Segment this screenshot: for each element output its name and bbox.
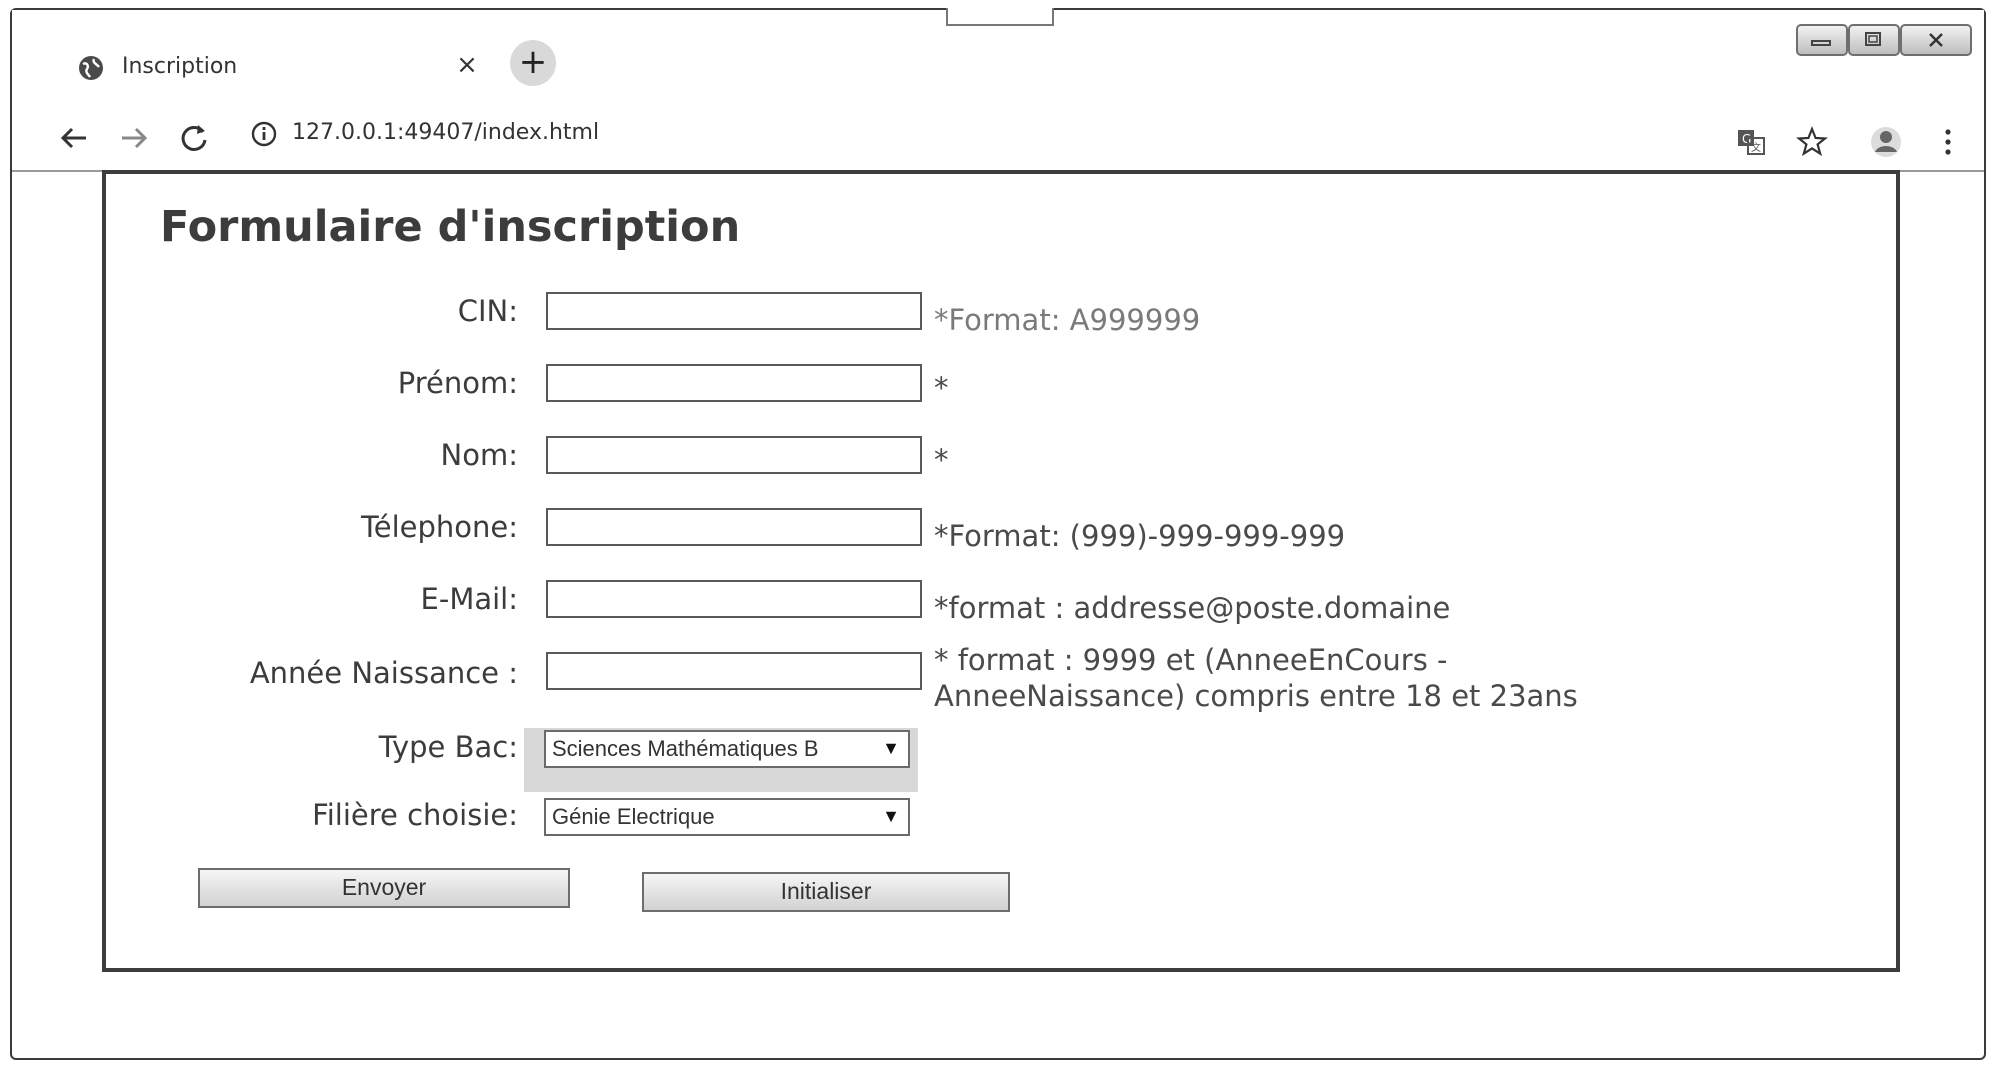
- prenom-label: Prénom:: [397, 366, 518, 400]
- globe-icon: [78, 55, 104, 81]
- cin-input[interactable]: [546, 292, 922, 330]
- tab-inscription[interactable]: Inscription ×: [52, 40, 492, 96]
- reload-icon[interactable]: [172, 116, 216, 160]
- translate-icon[interactable]: G文: [1734, 124, 1770, 160]
- tab-title: Inscription: [122, 54, 238, 79]
- browser-window: Inscription × + 127.0.0.1:49407/index.ht…: [10, 8, 1986, 1060]
- annee-naissance-input[interactable]: [546, 652, 922, 690]
- restore-icon[interactable]: [1848, 24, 1900, 56]
- type-bac-select[interactable]: Sciences Mathématiques B ▼: [544, 730, 910, 768]
- screenshot: Inscription × + 127.0.0.1:49407/index.ht…: [0, 0, 1996, 1068]
- registration-form: Formulaire d'inscription CIN: *Format: A…: [102, 170, 1900, 972]
- forward-arrow-icon[interactable]: [112, 116, 156, 160]
- email-hint: *format : addresse@poste.domaine: [934, 591, 1451, 625]
- nom-input[interactable]: [546, 436, 922, 474]
- star-icon[interactable]: [1794, 124, 1830, 160]
- page-title: Formulaire d'inscription: [160, 202, 741, 252]
- menu-dots-icon[interactable]: [1930, 124, 1966, 160]
- annee-naissance-hint-line2: AnneeNaissance) compris entre 18 et 23an…: [934, 679, 1578, 713]
- minimize-icon[interactable]: [1796, 24, 1848, 56]
- profile-icon[interactable]: [1868, 124, 1904, 160]
- svg-text:文: 文: [1751, 141, 1761, 154]
- initialiser-button[interactable]: Initialiser: [642, 872, 1010, 912]
- prenom-input[interactable]: [546, 364, 922, 402]
- type-bac-label: Type Bac:: [378, 730, 518, 764]
- annee-naissance-hint-line1: * format : 9999 et (AnneeEnCours -: [934, 643, 1448, 677]
- filiere-selected-value: Génie Electrique: [552, 804, 715, 829]
- window-notch: [946, 8, 1054, 26]
- dropdown-arrow-icon: ▼: [882, 806, 900, 826]
- cin-hint: *Format: A999999: [934, 303, 1201, 337]
- telephone-input[interactable]: [546, 508, 922, 546]
- info-icon[interactable]: [250, 120, 278, 148]
- filiere-label: Filière choisie:: [312, 798, 518, 832]
- nom-required-mark: *: [934, 443, 949, 477]
- dropdown-arrow-icon: ▼: [882, 738, 900, 758]
- type-bac-selected-value: Sciences Mathématiques B: [552, 736, 819, 761]
- email-label: E-Mail:: [420, 582, 518, 616]
- telephone-hint: *Format: (999)-999-999-999: [934, 519, 1346, 553]
- cin-label: CIN:: [457, 294, 518, 328]
- email-input[interactable]: [546, 580, 922, 618]
- back-arrow-icon[interactable]: [52, 116, 96, 160]
- new-tab-button[interactable]: +: [510, 40, 556, 86]
- url-text[interactable]: 127.0.0.1:49407/index.html: [292, 120, 599, 145]
- prenom-required-mark: *: [934, 371, 949, 405]
- close-icon[interactable]: [1900, 24, 1972, 56]
- annee-naissance-label: Année Naissance :: [249, 656, 518, 690]
- tab-close-icon[interactable]: ×: [452, 50, 482, 80]
- envoyer-button[interactable]: Envoyer: [198, 868, 570, 908]
- tab-strip: Inscription × +: [12, 8, 1984, 110]
- telephone-label: Télephone:: [360, 510, 518, 544]
- nom-label: Nom:: [440, 438, 518, 472]
- filiere-select[interactable]: Génie Electrique ▼: [544, 798, 910, 836]
- address-toolbar: 127.0.0.1:49407/index.html G文: [12, 110, 1984, 172]
